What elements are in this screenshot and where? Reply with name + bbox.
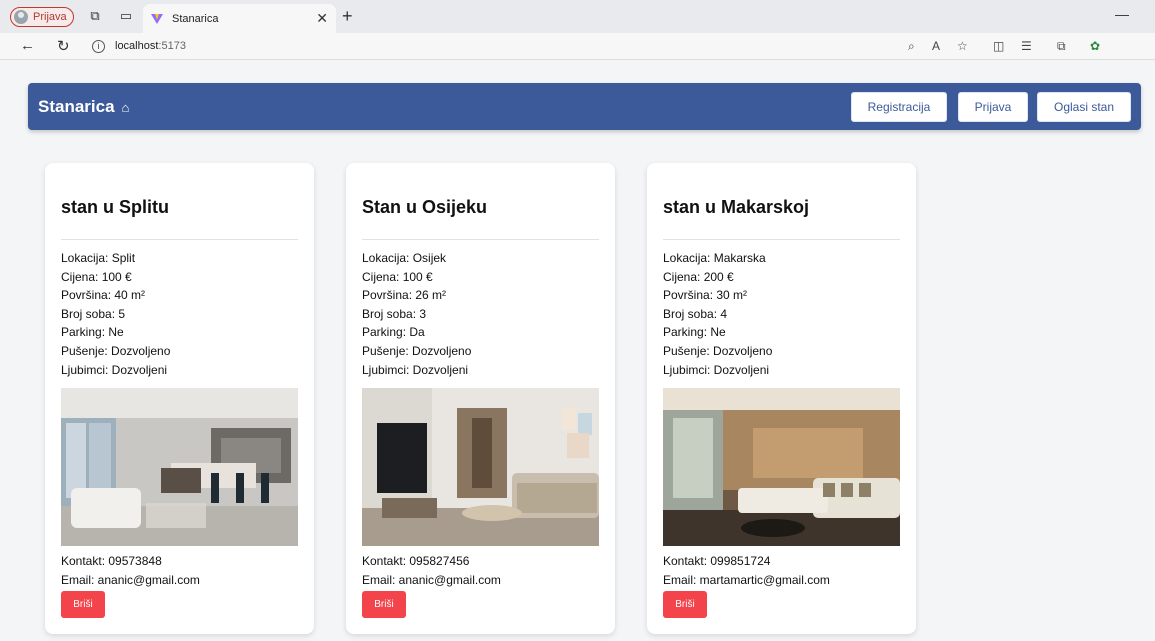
area: Površina: 26 m² bbox=[362, 288, 447, 303]
search-icon[interactable]: ⌕ bbox=[908, 39, 915, 54]
delete-button[interactable]: Briši bbox=[61, 591, 105, 618]
url-port: :5173 bbox=[158, 40, 186, 52]
price: Cijena: 100 € bbox=[362, 269, 433, 284]
register-button[interactable]: Registracija bbox=[851, 92, 947, 122]
parking: Parking: Da bbox=[362, 325, 425, 340]
listing-title: stan u Splitu bbox=[61, 197, 169, 217]
location: Lokacija: Osijek bbox=[362, 251, 447, 265]
listing-title: Stan u Osijeku bbox=[362, 197, 488, 217]
smoking: Pušenje: Dozvoljeno bbox=[61, 343, 171, 358]
collections-icon[interactable]: ⧉ bbox=[1057, 39, 1066, 54]
pets: Ljubimci: Dozvoljeni bbox=[61, 362, 168, 377]
contact-email: Email: martamartic@gmail.com bbox=[663, 573, 830, 587]
new-tab-icon[interactable]: + bbox=[342, 6, 353, 27]
info-icon[interactable]: i bbox=[92, 39, 105, 53]
listing-card: stan u Makarskoj Lokacija: Makarska Cije… bbox=[647, 163, 916, 634]
location: Lokacija: Split bbox=[61, 251, 136, 265]
rooms: Broj soba: 3 bbox=[362, 306, 427, 321]
listing-details: Lokacija: Osijek Cijena: 100 € Površina:… bbox=[362, 249, 471, 379]
minimize-icon[interactable]: — bbox=[1115, 6, 1129, 22]
avatar-icon bbox=[14, 10, 28, 24]
favorites-icon[interactable]: ☰ bbox=[1021, 39, 1032, 53]
delete-button[interactable]: Briši bbox=[663, 591, 707, 618]
back-icon[interactable]: ← bbox=[20, 37, 35, 54]
apartment-photo bbox=[362, 388, 599, 546]
smoking: Pušenje: Dozvoljeno bbox=[362, 343, 472, 358]
listing-card: stan u Splitu Lokacija: Split Cijena: 10… bbox=[45, 163, 314, 634]
browser-tab[interactable]: Stanarica ✕ bbox=[143, 4, 336, 33]
pets: Ljubimci: Dozvoljeni bbox=[362, 362, 469, 377]
pets: Ljubimci: Dozvoljeni bbox=[663, 362, 770, 377]
app-header: Stanarica ⌂ Registracija Prijava Oglasi … bbox=[28, 83, 1141, 130]
parking: Parking: Ne bbox=[663, 325, 726, 340]
contact-phone: Kontakt: 09573848 bbox=[61, 554, 162, 568]
price: Cijena: 100 € bbox=[61, 269, 132, 284]
post-listing-button[interactable]: Oglasi stan bbox=[1037, 92, 1131, 122]
contact-email: Email: ananic@gmail.com bbox=[61, 573, 200, 587]
listing-title: stan u Makarskoj bbox=[663, 197, 810, 217]
tab-title: Stanarica bbox=[172, 12, 219, 25]
location: Lokacija: Makarska bbox=[663, 251, 766, 265]
url-host: localhost bbox=[115, 40, 159, 52]
apartment-photo bbox=[663, 388, 900, 546]
delete-button[interactable]: Briši bbox=[362, 591, 406, 618]
contact-info: Kontakt: 095827456 Email: ananic@gmail.c… bbox=[362, 552, 501, 590]
area: Površina: 30 m² bbox=[663, 288, 748, 303]
profile-button[interactable]: Prijava bbox=[10, 7, 74, 27]
contact-phone: Kontakt: 099851724 bbox=[663, 554, 771, 568]
browser-tab-bar: Prijava ⧉ ▭ Stanarica ✕ + — bbox=[0, 0, 1155, 33]
extensions-icon[interactable]: ✿ bbox=[1090, 39, 1100, 53]
split-screen-icon[interactable]: ◫ bbox=[993, 39, 1004, 53]
divider bbox=[663, 239, 900, 240]
vite-favicon-icon bbox=[151, 13, 163, 24]
listing-details: Lokacija: Split Cijena: 100 € Površina: … bbox=[61, 249, 170, 379]
divider bbox=[362, 239, 599, 240]
tab-actions-icon[interactable]: ▭ bbox=[118, 8, 134, 24]
smoking: Pušenje: Dozvoljeno bbox=[663, 343, 773, 358]
parking: Parking: Ne bbox=[61, 325, 124, 340]
rooms: Broj soba: 5 bbox=[61, 306, 126, 321]
brand[interactable]: Stanarica ⌂ bbox=[38, 97, 129, 117]
url-field[interactable]: i localhost:5173 bbox=[92, 35, 992, 57]
contact-info: Kontakt: 09573848 Email: ananic@gmail.co… bbox=[61, 552, 200, 590]
read-aloud-icon[interactable]: A bbox=[932, 39, 940, 53]
favorite-star-icon[interactable]: ☆ bbox=[957, 39, 968, 53]
home-icon: ⌂ bbox=[121, 99, 130, 115]
price: Cijena: 200 € bbox=[663, 269, 734, 284]
rooms: Broj soba: 4 bbox=[663, 306, 728, 321]
address-bar: ← ↻ i localhost:5173 ⌕ A ☆ ◫ ☰ ⧉ ✿ bbox=[0, 33, 1155, 60]
contact-phone: Kontakt: 095827456 bbox=[362, 554, 470, 568]
contact-email: Email: ananic@gmail.com bbox=[362, 573, 501, 587]
contact-info: Kontakt: 099851724 Email: martamartic@gm… bbox=[663, 552, 830, 590]
brand-title: Stanarica bbox=[38, 97, 115, 116]
close-tab-icon[interactable]: ✕ bbox=[316, 10, 328, 27]
profile-label: Prijava bbox=[33, 11, 67, 23]
login-button[interactable]: Prijava bbox=[958, 92, 1028, 122]
apartment-photo bbox=[61, 388, 298, 546]
workspaces-icon[interactable]: ⧉ bbox=[87, 8, 103, 24]
divider bbox=[61, 239, 298, 240]
listing-details: Lokacija: Makarska Cijena: 200 € Površin… bbox=[663, 249, 772, 379]
reload-icon[interactable]: ↻ bbox=[57, 37, 70, 55]
area: Površina: 40 m² bbox=[61, 288, 146, 303]
listing-card: Stan u Osijeku Lokacija: Osijek Cijena: … bbox=[346, 163, 615, 634]
